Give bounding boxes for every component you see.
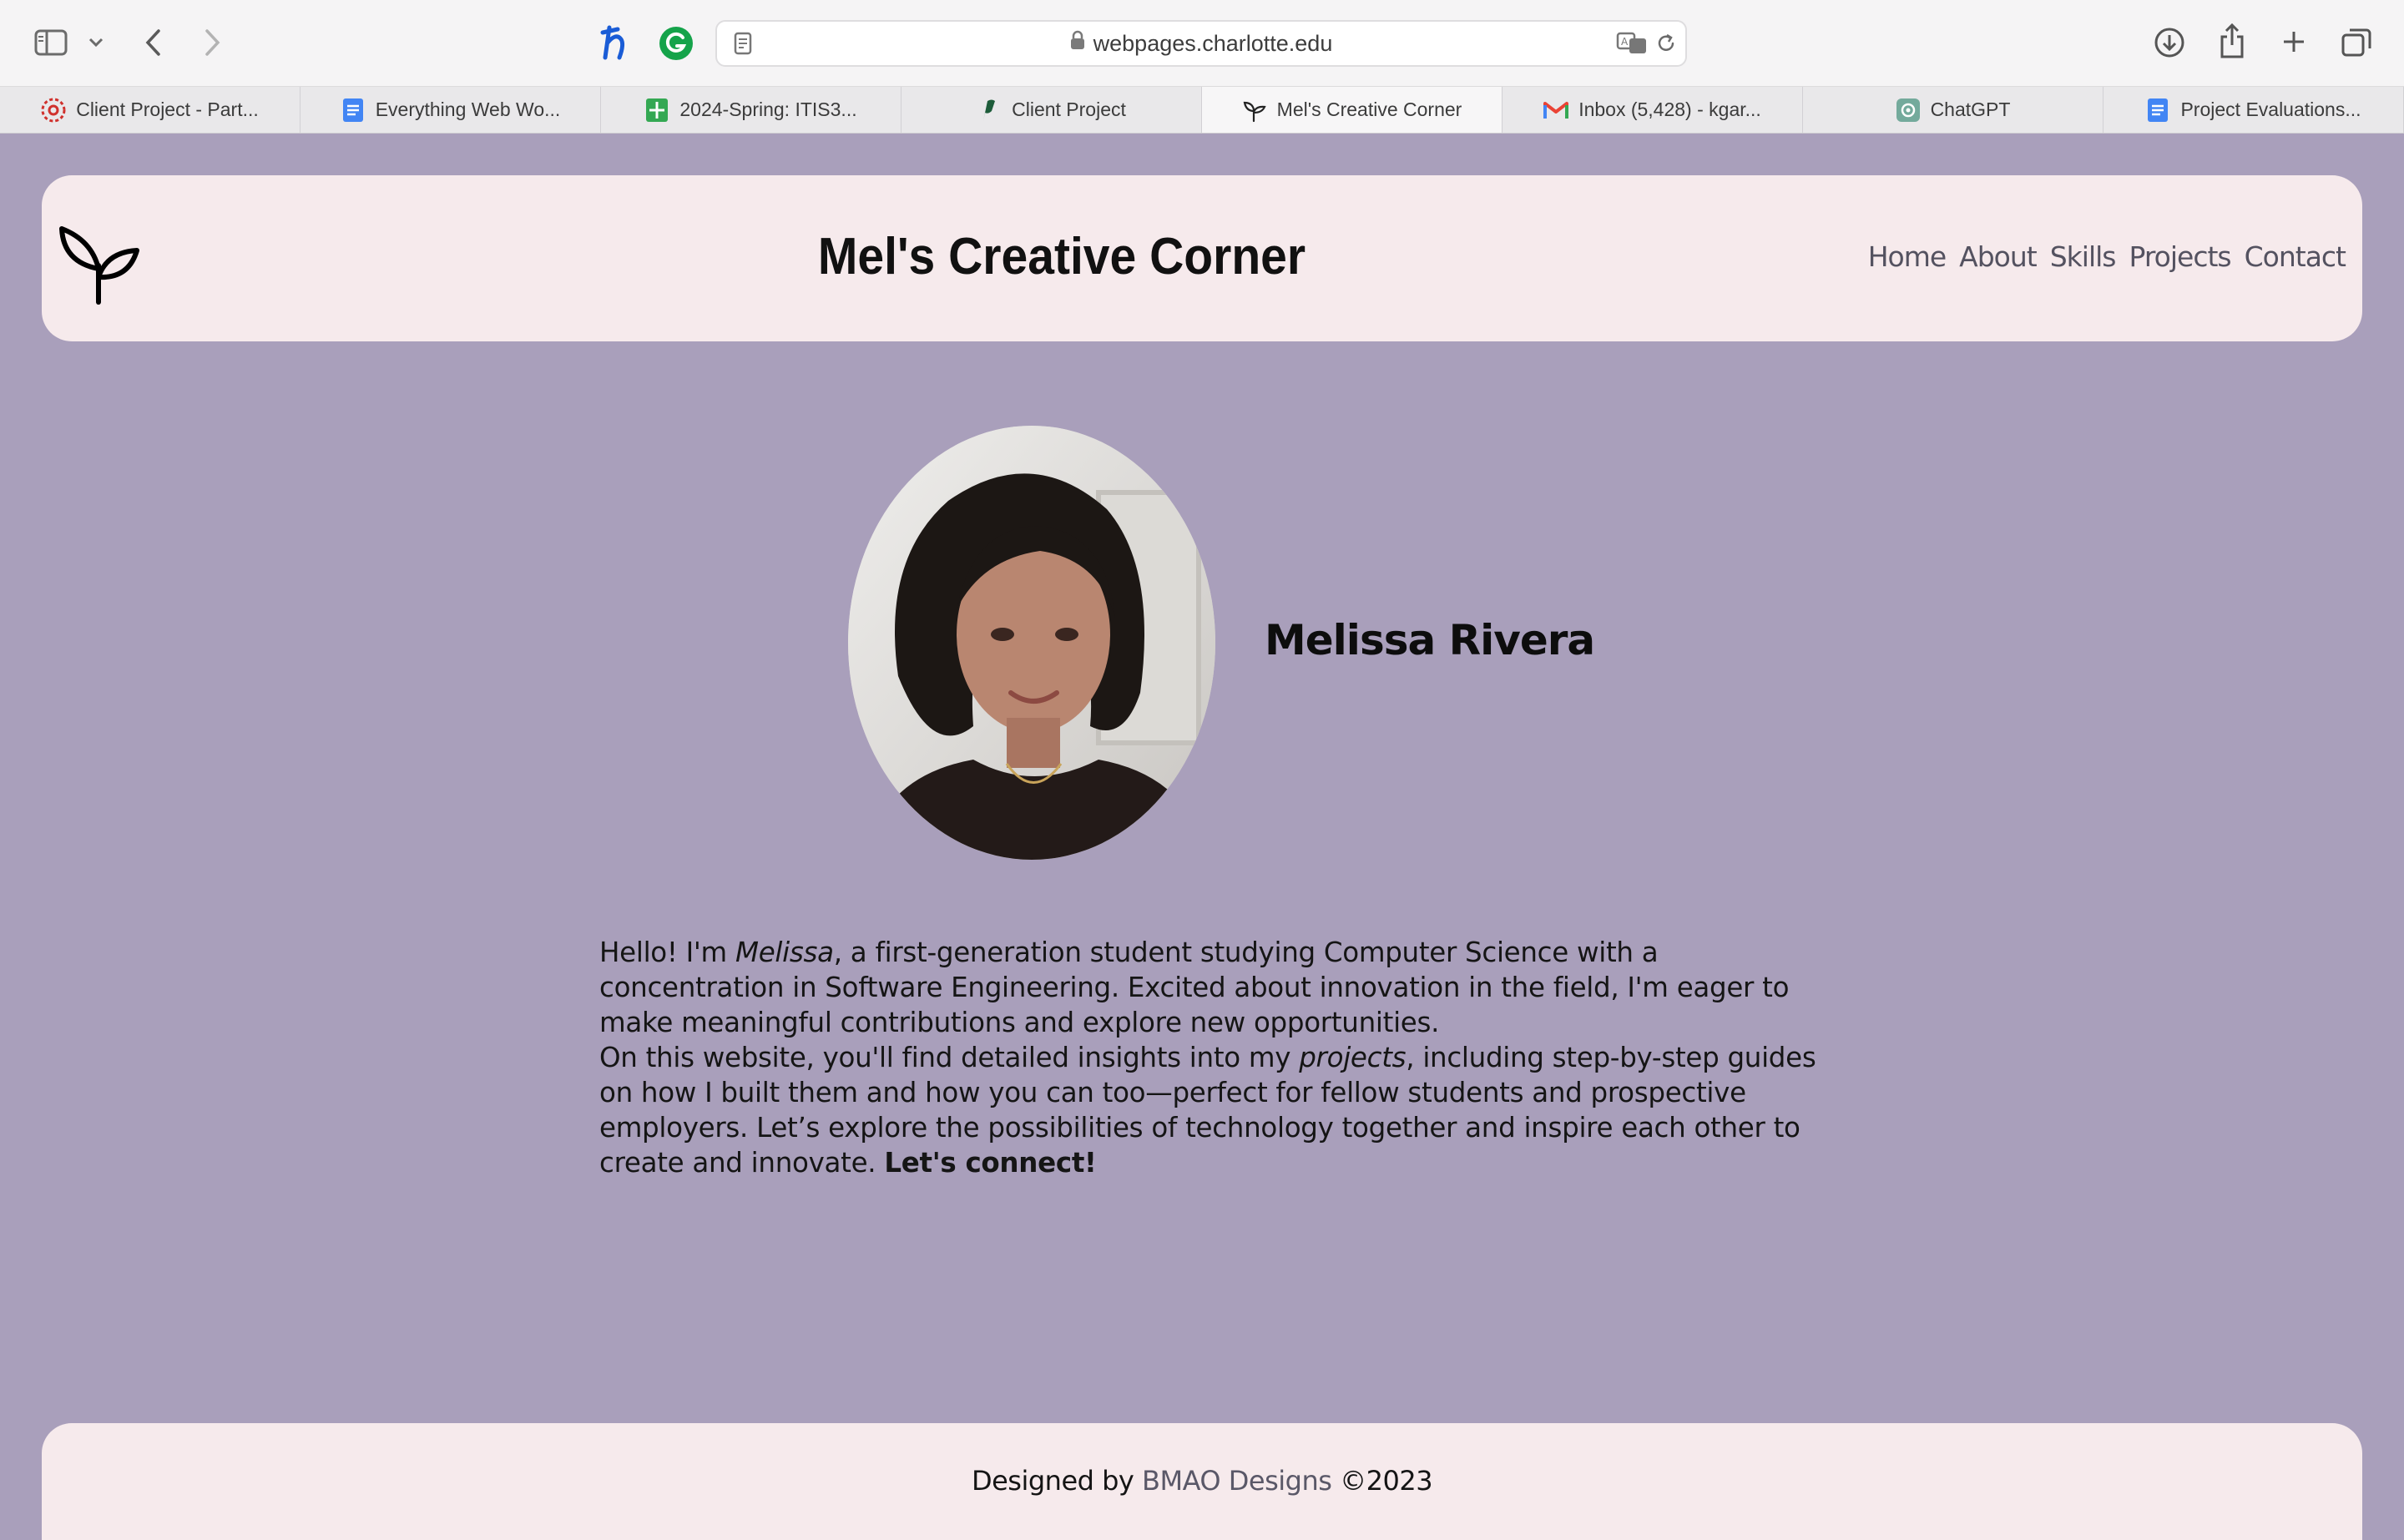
notion-icon (977, 98, 1002, 123)
url-text: webpages.charlotte.edu (1093, 31, 1333, 56)
browser-tab[interactable]: ChatGPT (1803, 87, 2104, 133)
back-icon[interactable] (140, 25, 165, 60)
footer-copyright: ©2023 (1331, 1465, 1433, 1497)
bio-call-to-action: Let's connect! (884, 1147, 1097, 1179)
designer-link[interactable]: BMAO Designs (1142, 1465, 1332, 1497)
translate-icon[interactable]: A (1615, 30, 1649, 57)
gmail-icon (1543, 98, 1569, 123)
address-bar[interactable]: webpages.charlotte.edu A (715, 20, 1687, 67)
bio-paragraph: On this website, you'll find detailed in… (599, 1040, 1835, 1180)
google-docs-icon (341, 98, 366, 123)
forward-icon[interactable] (200, 25, 225, 60)
sidebar-toggle-icon[interactable] (33, 27, 68, 58)
browser-tab[interactable]: Client Project (902, 87, 1202, 133)
chatgpt-icon (1896, 98, 1921, 123)
reload-icon[interactable] (1654, 30, 1679, 57)
tab-title: Mel's Creative Corner (1276, 98, 1462, 120)
browser-tab[interactable]: 2024-Spring: ITIS3... (601, 87, 902, 133)
chevron-down-icon[interactable] (87, 32, 105, 53)
grammarly-icon[interactable] (658, 25, 694, 62)
footer-prefix: Designed by (971, 1465, 1143, 1497)
bio-paragraph: Hello! I'm Melissa, a first-generation s… (599, 935, 1835, 1040)
browser-tab[interactable]: Project Evaluations... (2104, 87, 2404, 133)
sprout-icon (1242, 98, 1267, 123)
browser-tab-active[interactable]: Mel's Creative Corner (1202, 87, 1502, 133)
browser-tab[interactable]: Client Project - Part... (0, 87, 300, 133)
bio-text: Hello! I'm Melissa, a first-generation s… (599, 935, 1835, 1180)
tab-strip: Client Project - Part... Everything Web … (0, 87, 2404, 134)
bio-text-run: On this website, you'll find detailed in… (599, 1042, 1300, 1073)
tab-title: Client Project - Part... (76, 98, 259, 120)
downloads-icon[interactable] (2152, 25, 2187, 60)
tab-title: Project Evaluations... (2180, 98, 2361, 120)
tab-overview-icon[interactable] (2339, 25, 2374, 60)
nav-contact-link[interactable]: Contact (2245, 240, 2346, 273)
browser-toolbar: webpages.charlotte.edu A (0, 0, 2404, 87)
tab-title: Everything Web Wo... (375, 98, 561, 120)
footer-credit: Designed by BMAO Designs ©2023 (42, 1465, 2362, 1497)
tab-title: ChatGPT (1930, 98, 2011, 120)
google-sheets-icon (644, 98, 669, 123)
svg-text:A: A (1621, 36, 1629, 48)
nav-projects-link[interactable]: Projects (2129, 240, 2232, 273)
tab-title: 2024-Spring: ITIS3... (679, 98, 857, 120)
tab-title: Inbox (5,428) - kgar... (1578, 98, 1761, 120)
tab-title: Client Project (1012, 98, 1126, 120)
nav-skills-link[interactable]: Skills (2050, 240, 2117, 273)
site-footer: Designed by BMAO Designs ©2023 (42, 1423, 2362, 1540)
nav-home-link[interactable]: Home (1868, 240, 1947, 273)
bio-emphasis: Melissa (735, 937, 834, 968)
site-title: Mel's Creative Corner (817, 228, 1306, 285)
honey-extension-icon[interactable] (598, 23, 634, 63)
browser-tab[interactable]: Everything Web Wo... (300, 87, 601, 133)
profile-name: Melissa Rivera (1265, 616, 1595, 664)
canvas-lms-icon (41, 98, 66, 123)
bio-text-run: Hello! I'm (599, 937, 735, 968)
site-header: Mel's Creative Corner Home About Skills … (42, 175, 2362, 341)
share-icon[interactable] (2215, 22, 2249, 60)
url-display: webpages.charlotte.edu (717, 22, 1685, 65)
bio-emphasis: projects (1299, 1042, 1407, 1073)
main-nav: Home About Skills Projects Contact (1868, 240, 2346, 273)
nav-about-link[interactable]: About (1959, 240, 2038, 273)
new-tab-icon[interactable] (2277, 25, 2311, 58)
google-docs-icon (2145, 98, 2170, 123)
profile-photo (848, 426, 1215, 860)
browser-tab[interactable]: Inbox (5,428) - kgar... (1502, 87, 1803, 133)
lock-icon (1070, 21, 1085, 64)
